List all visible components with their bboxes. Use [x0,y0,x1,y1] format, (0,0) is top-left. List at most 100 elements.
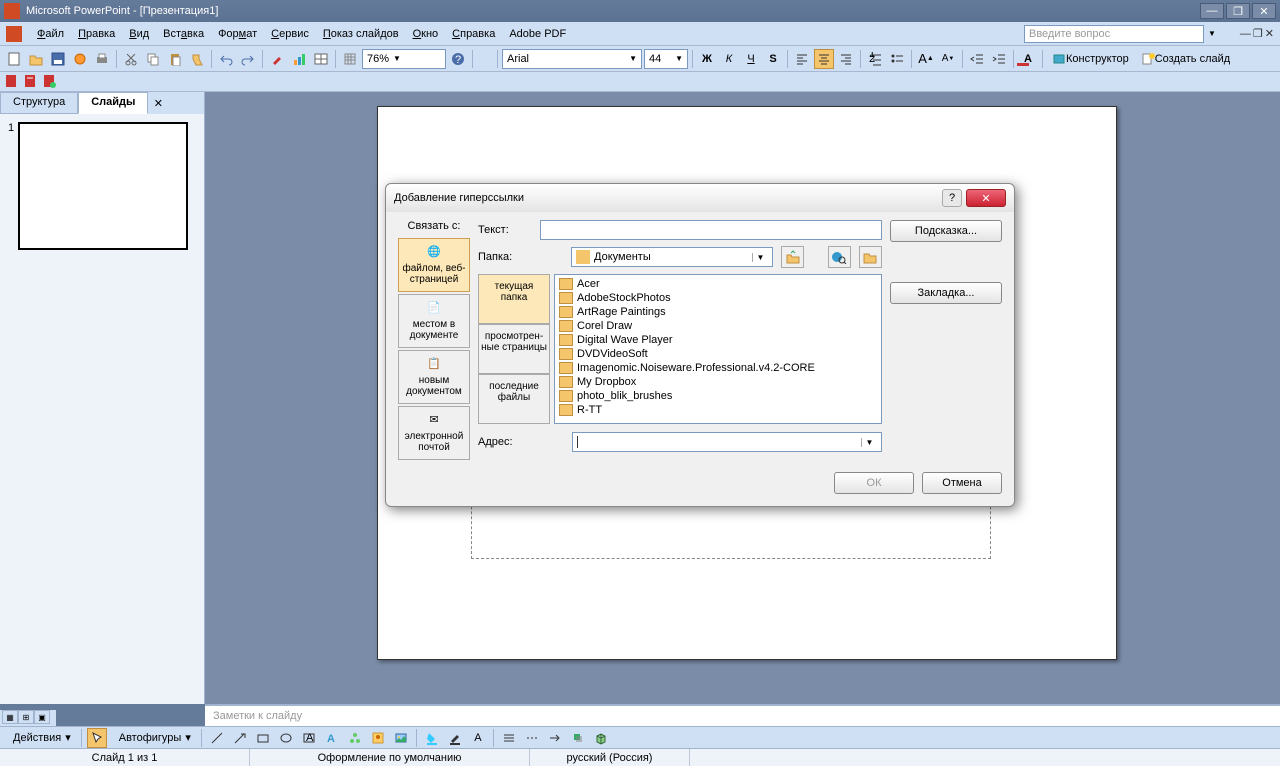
align-center-icon[interactable] [814,49,834,69]
wordart-tool-icon[interactable]: A [322,728,342,748]
bold-button[interactable]: Ж [697,49,717,69]
pdf-icon-2[interactable] [23,74,39,90]
increase-font-icon[interactable]: A▲ [916,49,936,69]
arrow-style-icon[interactable] [545,728,565,748]
italic-button[interactable]: К [719,49,739,69]
nav-opt-0[interactable]: текущая папка [478,274,550,324]
file-item[interactable]: photo_blik_brushes [557,389,879,403]
help-icon[interactable]: ? [448,49,468,69]
increase-indent-icon[interactable] [989,49,1009,69]
3d-style-icon[interactable] [591,728,611,748]
menu-вставка[interactable]: Вставка [156,25,211,43]
chart-icon[interactable] [289,49,309,69]
rectangle-tool-icon[interactable] [253,728,273,748]
slideshow-view-icon[interactable]: ▣ [34,710,50,724]
folder-combo[interactable]: Документы ▼ [571,247,773,267]
copy-icon[interactable] [143,49,163,69]
tab-close-icon[interactable]: ✕ [148,92,168,114]
file-item[interactable]: My Dropbox [557,375,879,389]
hint-button[interactable]: Подсказка... [890,220,1002,242]
file-item[interactable]: R-TT [557,403,879,417]
undo-icon[interactable] [216,49,236,69]
picture-tool-icon[interactable] [391,728,411,748]
menu-файл[interactable]: Файл [30,25,71,43]
shadow-button[interactable]: S [763,49,783,69]
pdf-icon-3[interactable] [42,74,58,90]
font-color-icon[interactable]: A [1018,49,1038,69]
open-icon[interactable] [26,49,46,69]
dialog-help-button[interactable]: ? [942,189,962,207]
minimize-button[interactable]: — [1200,3,1224,19]
ok-button[interactable]: ОК [834,472,914,494]
shadow-style-icon[interactable] [568,728,588,748]
file-item[interactable]: AdobeStockPhotos [557,291,879,305]
align-left-icon[interactable] [792,49,812,69]
bookmark-button[interactable]: Закладка... [890,282,1002,304]
link-opt-1[interactable]: 📄местом в документе [398,294,470,348]
dialog-close-button[interactable]: ✕ [966,189,1006,207]
text-color-icon[interactable]: A [468,728,488,748]
menu-справка[interactable]: Справка [445,25,502,43]
maximize-button[interactable]: ❐ [1226,3,1250,19]
normal-view-icon[interactable]: ▦ [2,710,18,724]
line-tool-icon[interactable] [207,728,227,748]
nav-opt-1[interactable]: просмотрен-ные страницы [478,324,550,374]
tab-outline[interactable]: Структура [0,92,78,114]
menu-adobe pdf[interactable]: Adobe PDF [502,25,573,43]
zoom-combo[interactable]: 76%▼ [362,49,446,69]
file-item[interactable]: Digital Wave Player [557,333,879,347]
bullet-list-icon[interactable] [887,49,907,69]
paste-icon[interactable] [165,49,185,69]
oval-tool-icon[interactable] [276,728,296,748]
menu-формат[interactable]: Формат [211,25,264,43]
file-item[interactable]: Acer [557,277,879,291]
doc-close-button[interactable]: ✕ [1265,27,1274,40]
redo-icon[interactable] [238,49,258,69]
menu-показ слайдов[interactable]: Показ слайдов [316,25,406,43]
nav-opt-2[interactable]: последние файлы [478,374,550,424]
file-list[interactable]: AcerAdobeStockPhotosArtRage PaintingsCor… [554,274,882,424]
fontsize-combo[interactable]: 44▼ [644,49,688,69]
address-combo[interactable]: ▼ [572,432,882,452]
browse-web-button[interactable] [828,246,851,268]
doc-minimize-button[interactable]: — [1240,28,1251,40]
ink-icon[interactable] [267,49,287,69]
pdf-icon-1[interactable] [4,74,20,90]
align-right-icon[interactable] [836,49,856,69]
file-item[interactable]: DVDVideoSoft [557,347,879,361]
doc-restore-button[interactable]: ❐ [1253,27,1263,40]
menu-правка[interactable]: Правка [71,25,122,43]
cancel-button[interactable]: Отмена [922,472,1002,494]
file-item[interactable]: Imagenomic.Noiseware.Professional.v4.2-C… [557,361,879,375]
table-icon[interactable] [311,49,331,69]
numbered-list-icon[interactable]: 12 [865,49,885,69]
menu-вид[interactable]: Вид [122,25,156,43]
file-item[interactable]: ArtRage Paintings [557,305,879,319]
clipart-tool-icon[interactable] [368,728,388,748]
link-opt-3[interactable]: ✉электронной почтой [398,406,470,460]
select-tool-icon[interactable] [87,728,107,748]
slide-thumbnail[interactable]: 1 [8,122,196,250]
link-opt-0[interactable]: 🌐файлом, веб-страницей [398,238,470,292]
browse-file-button[interactable] [859,246,882,268]
tab-slides[interactable]: Слайды [78,92,148,114]
fill-color-icon[interactable] [422,728,442,748]
menu-сервис[interactable]: Сервис [264,25,316,43]
line-style-icon[interactable] [499,728,519,748]
text-input[interactable] [540,220,882,240]
line-color-icon[interactable] [445,728,465,748]
close-button[interactable]: ✕ [1252,3,1276,19]
link-opt-2[interactable]: 📋новым документом [398,350,470,404]
actions-menu[interactable]: Действия▾ [4,728,76,748]
print-icon[interactable] [92,49,112,69]
textbox-tool-icon[interactable]: A [299,728,319,748]
sorter-view-icon[interactable]: ⊞ [18,710,34,724]
help-search-input[interactable] [1024,25,1204,43]
grid-icon[interactable] [340,49,360,69]
autoshapes-menu[interactable]: Автофигуры▾ [110,728,196,748]
save-icon[interactable] [48,49,68,69]
decrease-indent-icon[interactable] [967,49,987,69]
font-combo[interactable]: Arial▼ [502,49,642,69]
file-item[interactable]: Corel Draw [557,319,879,333]
arrow-tool-icon[interactable] [230,728,250,748]
